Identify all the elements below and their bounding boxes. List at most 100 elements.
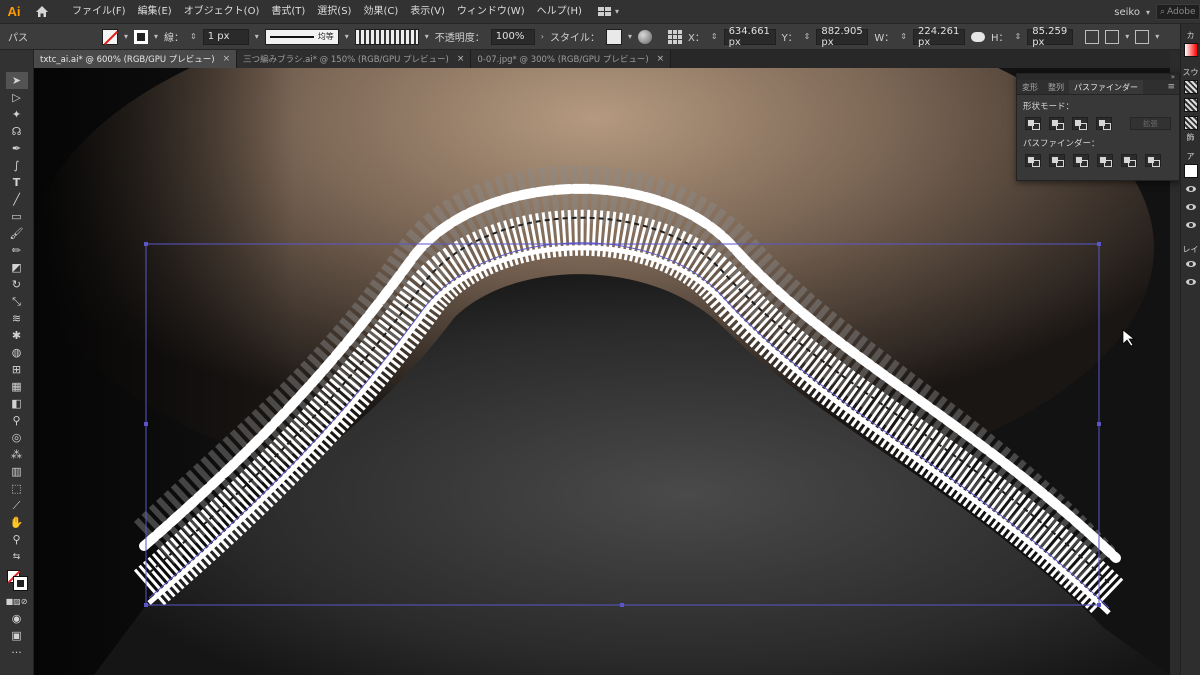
menu-window[interactable]: ウィンドウ(W) — [451, 0, 531, 24]
graphic-style-swatch[interactable] — [605, 28, 622, 45]
search-adobe-stock[interactable]: ⌕ Adobe — [1156, 4, 1200, 20]
eye-icon[interactable] — [1185, 204, 1196, 210]
shape-builder-tool-icon[interactable]: ◍ — [6, 344, 28, 361]
tab-align[interactable]: 整列 — [1043, 80, 1069, 94]
drawing-mode-icon[interactable]: ◉ — [6, 610, 28, 627]
scale-tool-icon[interactable]: ⤡ — [6, 293, 28, 310]
stepper-icon[interactable]: ⇕ — [900, 32, 907, 41]
bbox-handle-bottom-right[interactable] — [1097, 603, 1101, 607]
panel-menu-icon[interactable]: ≡ — [1167, 80, 1179, 94]
menu-help[interactable]: ヘルプ(H) — [531, 0, 588, 24]
menu-effect[interactable]: 効果(C) — [357, 0, 404, 24]
hand-tool-icon[interactable]: ✋ — [6, 514, 28, 531]
perspective-grid-tool-icon[interactable]: ⊞ — [6, 361, 28, 378]
curvature-tool-icon[interactable]: ∫ — [6, 157, 28, 174]
exclude-button[interactable] — [1096, 117, 1112, 130]
stroke-weight-field[interactable]: 1 px — [202, 28, 249, 45]
menu-object[interactable]: オブジェクト(O) — [178, 0, 266, 24]
eye-icon[interactable] — [1185, 222, 1196, 228]
tab-transform[interactable]: 変形 — [1017, 80, 1043, 94]
close-icon[interactable]: × — [223, 54, 231, 64]
pen-tool-icon[interactable]: ✒ — [6, 140, 28, 157]
style-label[interactable]: スタイル： — [550, 29, 600, 44]
bbox-handle-bottom-left[interactable] — [144, 603, 148, 607]
paintbrush-tool-icon[interactable]: 🖌 — [6, 225, 28, 242]
intersect-button[interactable] — [1072, 117, 1089, 130]
menu-edit[interactable]: 編集(E) — [132, 0, 178, 24]
chevron-down-icon[interactable]: ▾ — [628, 32, 632, 41]
menu-type[interactable]: 書式(T) — [265, 0, 311, 24]
eraser-tool-icon[interactable]: ◩ — [6, 259, 28, 276]
color-mode-icons[interactable]: ■▨⊘ — [6, 593, 28, 610]
color-guide-thumb[interactable] — [1183, 43, 1198, 57]
chevron-right-icon[interactable]: › — [541, 32, 544, 41]
eye-icon[interactable] — [1185, 279, 1196, 285]
zoom-tool-icon[interactable]: ⚲ — [6, 531, 28, 548]
lasso-tool-icon[interactable]: ☊ — [6, 123, 28, 140]
chevron-down-icon[interactable]: ▾ — [425, 32, 429, 41]
reference-point-icon[interactable] — [668, 29, 682, 44]
stepper-icon[interactable]: ⇕ — [804, 32, 811, 41]
magic-wand-tool-icon[interactable]: ✦ — [6, 106, 28, 123]
align-icon[interactable] — [1105, 29, 1120, 44]
chevron-down-icon[interactable]: ▾ — [1155, 32, 1159, 41]
dock-layers-panel[interactable]: レイ — [1181, 244, 1200, 255]
column-graph-tool-icon[interactable]: ▥ — [6, 463, 28, 480]
tab-braid-brush[interactable]: 三つ編みブラシ.ai* @ 150% (RGB/GPU プレビュー) × — [237, 50, 472, 68]
outline-button[interactable] — [1121, 154, 1137, 167]
stepper-icon[interactable]: ⇕ — [190, 32, 197, 41]
rotate-tool-icon[interactable]: ↻ — [6, 276, 28, 293]
bbox-handle-top-left[interactable] — [144, 242, 148, 246]
constrain-proportions-icon[interactable] — [970, 31, 985, 42]
y-field[interactable]: 882.905 px — [816, 26, 869, 48]
artboard-canvas[interactable] — [34, 68, 1170, 675]
bbox-handle-middle-right[interactable] — [1097, 422, 1101, 426]
stroke-swatch[interactable] — [134, 29, 149, 44]
transform-icon[interactable] — [1085, 29, 1100, 44]
swap-fill-stroke-icon[interactable]: ⇆ — [6, 548, 28, 565]
tab-0-07-jpg[interactable]: 0-07.jpg* @ 300% (RGB/GPU プレビュー) × — [471, 50, 672, 68]
variable-width-profile[interactable]: 均等 — [264, 28, 339, 45]
tab-txtc-ai[interactable]: txtc_ai.ai* @ 600% (RGB/GPU プレビュー) × — [34, 50, 238, 68]
selection-tool-icon[interactable]: ➤ — [5, 72, 28, 89]
artboard-tool-icon[interactable]: ⬚ — [6, 480, 28, 497]
slice-tool-icon[interactable]: ⟋ — [6, 497, 28, 514]
unite-button[interactable] — [1025, 117, 1041, 130]
brush-thumb[interactable] — [1183, 98, 1198, 112]
edit-toolbar-icon[interactable]: ··· — [6, 644, 28, 661]
pencil-tool-icon[interactable]: ✏ — [6, 242, 28, 259]
bbox-handle-bottom-center[interactable] — [620, 603, 624, 607]
fill-stroke-indicator[interactable] — [6, 569, 28, 593]
eye-icon[interactable] — [1185, 186, 1196, 192]
stroke-swatch-icon[interactable] — [12, 576, 28, 591]
trim-button[interactable] — [1049, 154, 1065, 167]
x-field[interactable]: 634.661 px — [723, 26, 776, 48]
menu-file[interactable]: ファイル(F) — [66, 0, 132, 24]
fill-swatch[interactable] — [102, 28, 118, 45]
menu-view[interactable]: 表示(V) — [404, 0, 451, 24]
user-name[interactable]: seiko — [1114, 7, 1140, 18]
eyedropper-tool-icon[interactable]: ⚲ — [6, 412, 28, 429]
stepper-icon[interactable]: ⇕ — [711, 32, 718, 41]
chevron-down-icon[interactable]: ▾ — [1125, 32, 1129, 41]
type-tool-icon[interactable]: T — [6, 174, 28, 191]
brush-thumb[interactable] — [1183, 80, 1198, 94]
isolate-icon[interactable] — [1135, 29, 1150, 44]
chevron-down-icon[interactable]: ▾ — [345, 32, 349, 41]
minus-back-button[interactable] — [1145, 154, 1161, 167]
dock-appearance-panel[interactable]: ア — [1181, 151, 1200, 162]
merge-button[interactable] — [1073, 154, 1089, 167]
appearance-swatch[interactable] — [1183, 164, 1198, 178]
chevron-down-icon[interactable]: ▾ — [154, 32, 158, 41]
chevron-down-icon[interactable]: ▾ — [255, 32, 259, 41]
gradient-tool-icon[interactable]: ◧ — [6, 395, 28, 412]
bbox-handle-middle-left[interactable] — [144, 422, 148, 426]
menu-select[interactable]: 選択(S) — [311, 0, 357, 24]
stroke-label[interactable]: 線： — [164, 29, 184, 44]
height-field[interactable]: 85.259 px — [1027, 26, 1074, 48]
expand-button[interactable]: 拡張 — [1129, 117, 1171, 130]
bbox-handle-top-right[interactable] — [1097, 242, 1101, 246]
screen-mode-icon[interactable]: ▣ — [6, 627, 28, 644]
home-icon[interactable] — [28, 0, 56, 24]
opacity-field[interactable]: 100% — [490, 28, 535, 45]
